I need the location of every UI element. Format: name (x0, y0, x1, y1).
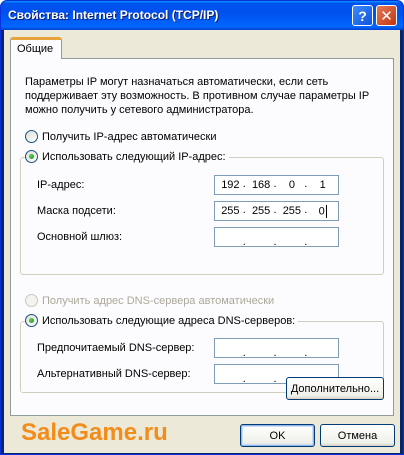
ip-address-octet-3: 0 (274, 178, 308, 191)
ip-address-octet-1: 192 (221, 179, 240, 191)
subnet-mask-label: Маска подсети: (37, 205, 116, 217)
dns-auto-radio[interactable] (25, 294, 38, 307)
ip-address-octet-2: 168 (243, 178, 277, 191)
cancel-button-label: Отмена (337, 429, 378, 442)
dns-manual-radio[interactable] (25, 314, 38, 327)
title-bar[interactable]: Свойства: Internet Protocol (TCP/IP) ? ✕ (1, 1, 403, 30)
tab-general[interactable]: Общие (10, 37, 62, 59)
ip-auto-label: Получить IP-адрес автоматически (42, 130, 217, 143)
dialog-client: Общие Параметры IP могут назначаться авт… (4, 30, 400, 453)
general-tab-panel: Параметры IP могут назначаться автоматич… (10, 58, 394, 416)
alternate-dns-label: Альтернативный DNS-сервер: (37, 368, 191, 380)
ok-button[interactable]: OK (240, 424, 315, 447)
tcpip-properties-window: Свойства: Internet Protocol (TCP/IP) ? ✕… (0, 0, 404, 455)
dns-auto-label: Получить адрес DNS-сервера автоматически (42, 294, 275, 307)
watermark-logo: SaleGame.ru (21, 419, 168, 446)
subnet-mask-octet-1: 255 (221, 205, 240, 217)
text-caret (325, 204, 327, 218)
ip-manual-label: Использовать следующий IP-адрес: (42, 150, 226, 163)
cancel-button[interactable]: Отмена (320, 424, 395, 447)
ip-address-octet-4: 1 (304, 178, 338, 191)
preferred-dns-input[interactable] (214, 338, 339, 359)
close-button[interactable]: ✕ (376, 5, 397, 26)
subnet-mask-octet-4-value: 0 (318, 204, 325, 217)
ip-manual-radio[interactable] (25, 150, 38, 163)
dns-manual-label: Использовать следующие адреса DNS-сервер… (42, 314, 296, 327)
close-icon: ✕ (380, 7, 393, 25)
help-button[interactable]: ? (352, 5, 373, 26)
ok-button-label: OK (269, 429, 286, 442)
help-icon: ? (358, 7, 367, 24)
dns-auto-option[interactable]: Получить адрес DNS-сервера автоматически (25, 294, 274, 307)
advanced-button-label: Дополнительно... (290, 382, 380, 395)
tab-general-label: Общие (17, 43, 54, 55)
preferred-dns-label: Предпочитаемый DNS-сервер: (37, 342, 195, 354)
window-title: Свойства: Internet Protocol (TCP/IP) (8, 8, 219, 22)
subnet-mask-input[interactable]: 255 255 255 0 (214, 201, 339, 221)
ip-address-input[interactable]: 192 168 0 1 (214, 175, 339, 195)
dns-manual-option[interactable]: Использовать следующие адреса DNS-сервер… (25, 314, 299, 327)
gateway-label: Основной шлюз: (37, 231, 123, 243)
ip-auto-option[interactable]: Получить IP-адрес автоматически (25, 130, 216, 143)
intro-text: Параметры IP могут назначаться автоматич… (25, 76, 369, 116)
ip-auto-radio[interactable] (25, 130, 38, 143)
subnet-mask-octet-2: 255 (243, 204, 277, 217)
advanced-button[interactable]: Дополнительно... (286, 377, 384, 400)
ip-address-label: IP-адрес: (37, 179, 85, 191)
subnet-mask-octet-3: 255 (274, 204, 308, 217)
ip-manual-option[interactable]: Использовать следующий IP-адрес: (25, 150, 229, 163)
subnet-mask-octet-4: 0 (304, 204, 338, 218)
gateway-input[interactable] (214, 227, 339, 248)
